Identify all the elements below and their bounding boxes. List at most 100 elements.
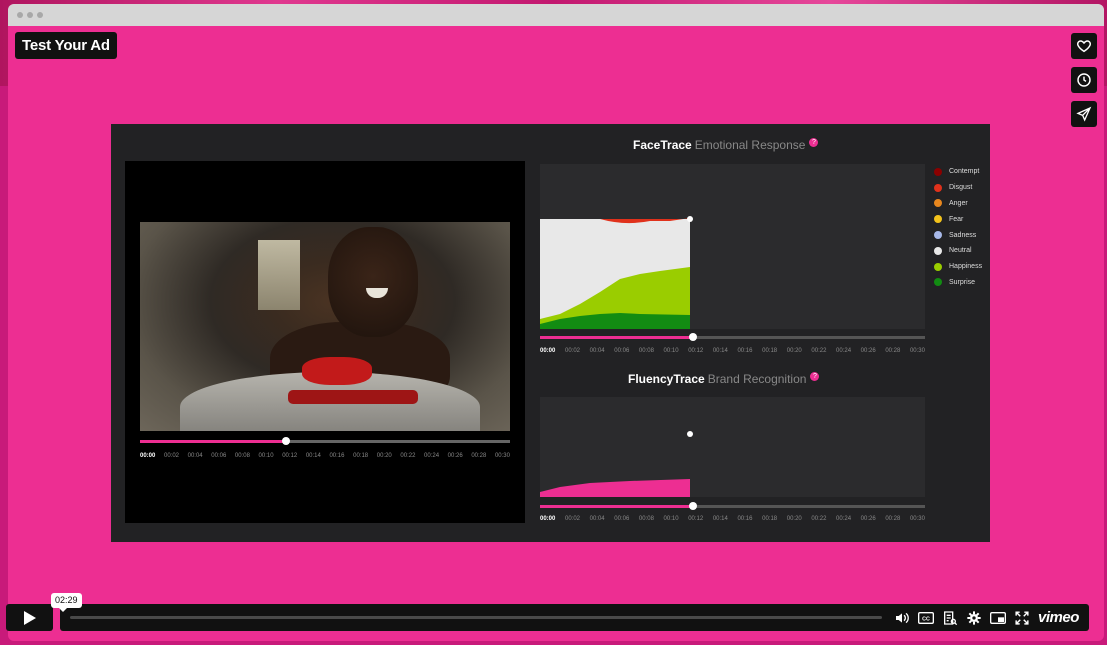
watch-later-button[interactable] [1071,67,1097,93]
legend-label: Disgust [949,184,973,192]
time-tick: 00:28 [885,348,901,354]
facetrace-title: FaceTrace Emotional Response? [633,138,819,152]
legend-item: Contempt [934,164,982,180]
time-tick: 00:16 [329,453,345,459]
inner-progress-fill [140,440,286,443]
time-tick: 00:24 [424,453,440,459]
legend-item: Neutral [934,243,982,259]
time-tick: 00:14 [712,348,728,354]
fullscreen-button[interactable] [1010,604,1034,631]
play-icon [23,610,36,625]
time-tick: 00:06 [211,453,227,459]
time-tick: 00:00 [540,516,556,522]
time-tick: 00:30 [909,516,925,522]
video-title[interactable]: Test Your Ad [15,32,117,59]
play-button[interactable] [6,604,53,631]
time-tick: 00:00 [540,348,556,354]
pip-icon [990,611,1006,624]
vimeo-logo[interactable]: vimeo [1038,609,1079,626]
send-icon [1076,106,1092,122]
transcript-icon [944,610,958,625]
time-tick: 00:08 [638,516,654,522]
baby-video-frame [140,222,510,431]
legend-swatch [934,183,942,192]
fluencytrace-title: FluencyTrace Brand Recognition? [628,372,820,386]
window-dot [27,12,33,18]
seek-bar[interactable] [70,616,882,619]
video-content[interactable]: 00:00 00:02 00:04 00:06 00:08 00:10 00:12 00:14… [111,124,990,542]
time-tick: 00:22 [811,348,827,354]
legend-label: Contempt [949,168,980,176]
time-tick: 00:16 [737,348,753,354]
legend-swatch [934,231,942,240]
time-tick: 00:14 [712,516,728,522]
time-tick: 00:08 [638,348,654,354]
time-tick: 00:00 [140,453,156,459]
legend-item: Anger [934,196,982,212]
time-tick: 00:10 [663,516,679,522]
player-time-ticks: 00:00 00:02 00:04 00:06 00:08 00:10 00:12 00:14… [140,453,510,459]
legend-item: Surprise [934,275,982,291]
time-tick: 00:06 [614,348,630,354]
time-tick: 00:12 [688,348,704,354]
legend-label: Neutral [949,247,972,255]
legend-swatch [934,262,942,271]
fluencytrace-time-ticks: 00:00 00:02 00:04 00:06 00:08 00:10 00:12 00:14… [540,516,925,522]
fullscreen-icon [1015,610,1029,625]
time-tick: 00:02 [163,453,179,459]
control-icons: CC vimeo [890,604,1079,631]
facetrace-time-ticks: 00:00 00:02 00:04 00:06 00:08 00:10 00:12 00:14… [540,348,925,354]
window-dot [37,12,43,18]
time-tick: 00:20 [786,516,802,522]
window-chrome [8,4,1104,26]
time-tick: 00:12 [688,516,704,522]
time-tick: 00:30 [494,453,510,459]
legend-label: Anger [949,199,968,207]
fluencytrace-progress-knob [689,502,697,510]
emotion-legend: Contempt Disgust Anger Fear Sadness Neutral Ha… [934,164,982,290]
time-tick: 00:18 [762,348,778,354]
time-tick: 00:28 [471,453,487,459]
legend-label: Surprise [949,278,976,286]
time-tick: 00:04 [187,453,203,459]
legend-label: Fear [949,215,964,223]
time-tick: 00:30 [909,348,925,354]
facetrace-progress-knob [689,333,697,341]
time-tick: 00:04 [589,348,605,354]
svg-text:CC: CC [922,616,930,622]
time-tick: 00:24 [836,516,852,522]
pip-button[interactable] [986,604,1010,631]
transcript-button[interactable] [938,604,962,631]
time-tick: 00:12 [282,453,298,459]
share-button[interactable] [1071,101,1097,127]
time-tick: 00:28 [885,516,901,522]
ad-video-player: 00:00 00:02 00:04 00:06 00:08 00:10 00:12 00:14… [125,161,525,523]
volume-button[interactable] [890,604,914,631]
time-tick: 00:20 [376,453,392,459]
time-tick: 00:20 [786,348,802,354]
inner-progress-knob [282,437,290,445]
time-tooltip: 02:29 [51,593,82,612]
fluencytrace-progress-fill [540,505,692,508]
legend-item: Disgust [934,180,982,196]
time-tick: 00:18 [353,453,369,459]
time-tick: 00:26 [447,453,463,459]
captions-button[interactable]: CC [914,604,938,631]
legend-swatch [934,278,942,287]
time-tick: 00:10 [663,348,679,354]
time-tick: 00:06 [614,516,630,522]
fluencytrace-chart [540,397,925,497]
settings-button[interactable] [962,604,986,631]
captions-icon: CC [918,611,934,624]
legend-label: Sadness [949,231,977,239]
time-tick: 00:04 [589,516,605,522]
time-tick: 00:22 [811,516,827,522]
legend-item: Fear [934,211,982,227]
settings-icon [967,610,981,625]
facetrace-progress-fill [540,336,692,339]
help-icon: ? [810,372,820,381]
legend-swatch [934,167,942,176]
like-button[interactable] [1071,33,1097,59]
window-dot [17,12,23,18]
heart-icon [1077,40,1091,53]
